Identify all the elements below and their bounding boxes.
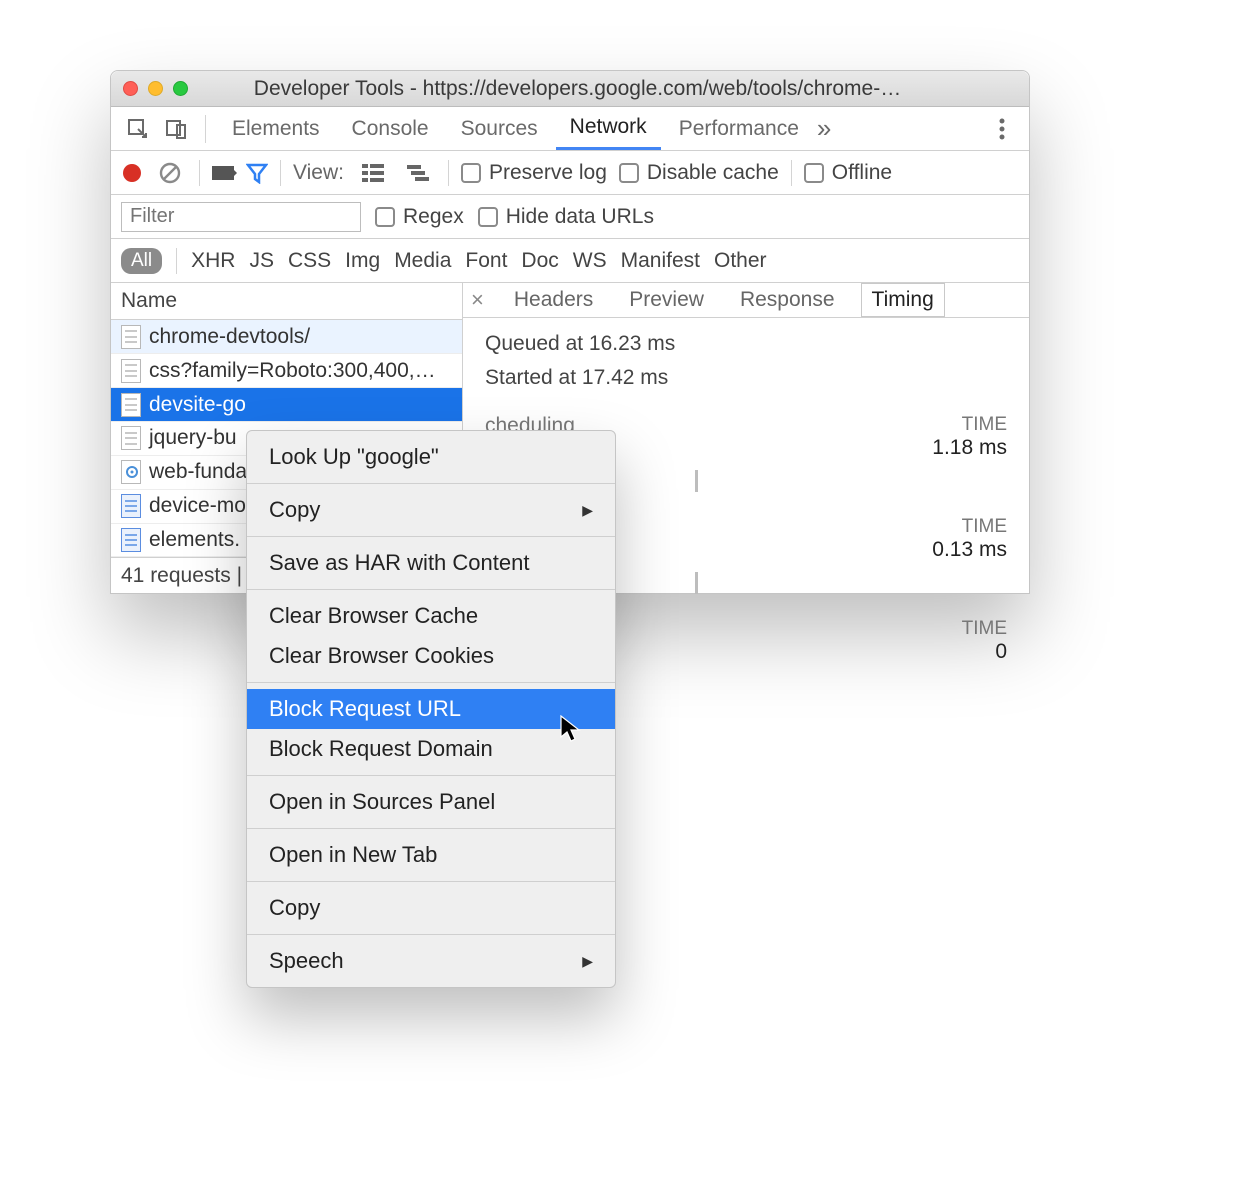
waterfall-overview-icon[interactable] <box>402 156 436 190</box>
panel-tabbar: Elements Console Sources Network Perform… <box>111 107 1029 151</box>
ctx-speech-submenu[interactable]: Speech <box>247 941 615 981</box>
traffic-lights <box>123 81 188 96</box>
separator <box>247 828 615 829</box>
tab-console[interactable]: Console <box>338 107 443 150</box>
detail-tab-response[interactable]: Response <box>730 284 845 316</box>
separator <box>247 934 615 935</box>
type-manifest[interactable]: Manifest <box>621 249 700 273</box>
ctx-lookup[interactable]: Look Up "google" <box>247 437 615 477</box>
type-media[interactable]: Media <box>394 249 451 273</box>
separator <box>199 160 200 186</box>
ctx-copy[interactable]: Copy <box>247 888 615 928</box>
doc-icon <box>121 393 141 417</box>
separator <box>280 160 281 186</box>
offline-checkbox[interactable]: Offline <box>804 161 892 185</box>
tab-performance[interactable]: Performance <box>665 107 813 150</box>
doc-icon <box>121 325 141 349</box>
image-icon <box>121 528 141 552</box>
tab-sources[interactable]: Sources <box>447 107 552 150</box>
type-doc[interactable]: Doc <box>521 249 558 273</box>
ctx-open-tab[interactable]: Open in New Tab <box>247 835 615 875</box>
filter-bar: Regex Hide data URLs <box>111 195 1029 239</box>
type-other[interactable]: Other <box>714 249 767 273</box>
tab-elements[interactable]: Elements <box>218 107 334 150</box>
disable-cache-checkbox[interactable]: Disable cache <box>619 161 779 185</box>
more-tabs-icon[interactable]: » <box>817 113 831 144</box>
type-xhr[interactable]: XHR <box>191 249 235 273</box>
preserve-log-checkbox[interactable]: Preserve log <box>461 161 607 185</box>
gear-icon <box>121 460 141 484</box>
doc-icon <box>121 359 141 383</box>
detail-tab-preview[interactable]: Preview <box>619 284 714 316</box>
ctx-copy-submenu[interactable]: Copy <box>247 490 615 530</box>
filter-input[interactable] <box>121 202 361 232</box>
doc-icon <box>121 426 141 450</box>
device-toolbar-icon[interactable] <box>159 112 193 146</box>
separator <box>247 483 615 484</box>
type-img[interactable]: Img <box>345 249 380 273</box>
separator <box>247 881 615 882</box>
queued-at: Queued at 16.23 ms <box>485 332 1007 356</box>
close-window-button[interactable] <box>123 81 138 96</box>
type-font[interactable]: Font <box>465 249 507 273</box>
filter-toggle-icon[interactable] <box>246 162 268 184</box>
tab-network[interactable]: Network <box>556 107 661 150</box>
separator <box>791 160 792 186</box>
context-menu: Look Up "google" Copy Save as HAR with C… <box>246 430 616 988</box>
request-type-bar: All XHR JS CSS Img Media Font Doc WS Man… <box>111 239 1029 283</box>
ctx-clear-cookies[interactable]: Clear Browser Cookies <box>247 636 615 676</box>
window-title: Developer Tools - https://developers.goo… <box>198 77 1017 101</box>
separator <box>176 248 177 274</box>
close-detail-icon[interactable]: × <box>471 287 484 313</box>
detail-tab-headers[interactable]: Headers <box>504 284 603 316</box>
type-all[interactable]: All <box>121 248 162 274</box>
clear-icon[interactable] <box>153 156 187 190</box>
name-column-header[interactable]: Name <box>111 283 462 320</box>
ctx-clear-cache[interactable]: Clear Browser Cache <box>247 596 615 636</box>
separator <box>205 115 206 143</box>
ctx-save-har[interactable]: Save as HAR with Content <box>247 543 615 583</box>
titlebar[interactable]: Developer Tools - https://developers.goo… <box>111 71 1029 107</box>
separator <box>247 536 615 537</box>
ctx-open-sources[interactable]: Open in Sources Panel <box>247 782 615 822</box>
separator <box>247 682 615 683</box>
network-toolbar: View: Preserve log Disable cache Offline <box>111 151 1029 195</box>
hide-data-urls-checkbox[interactable]: Hide data URLs <box>478 205 654 229</box>
started-at: Started at 17.42 ms <box>485 366 1007 390</box>
type-css[interactable]: CSS <box>288 249 331 273</box>
request-row[interactable]: css?family=Roboto:300,400,… <box>111 354 462 388</box>
type-js[interactable]: JS <box>249 249 274 273</box>
inspect-element-icon[interactable] <box>121 112 155 146</box>
detail-tab-timing[interactable]: Timing <box>861 283 945 317</box>
image-icon <box>121 494 141 518</box>
view-label: View: <box>293 161 344 185</box>
large-rows-icon[interactable] <box>356 156 390 190</box>
minimize-window-button[interactable] <box>148 81 163 96</box>
zoom-window-button[interactable] <box>173 81 188 96</box>
separator <box>448 160 449 186</box>
separator <box>247 775 615 776</box>
type-ws[interactable]: WS <box>573 249 607 273</box>
settings-kebab-icon[interactable] <box>985 112 1019 146</box>
detail-tabs: × Headers Preview Response Timing <box>463 283 1029 318</box>
request-row-selected[interactable]: devsite-go <box>111 388 462 422</box>
cursor-icon <box>560 715 582 743</box>
separator <box>247 589 615 590</box>
regex-checkbox[interactable]: Regex <box>375 205 464 229</box>
record-button[interactable] <box>123 164 141 182</box>
request-row[interactable]: chrome-devtools/ <box>111 320 462 354</box>
capture-screenshots-icon[interactable] <box>212 166 234 180</box>
